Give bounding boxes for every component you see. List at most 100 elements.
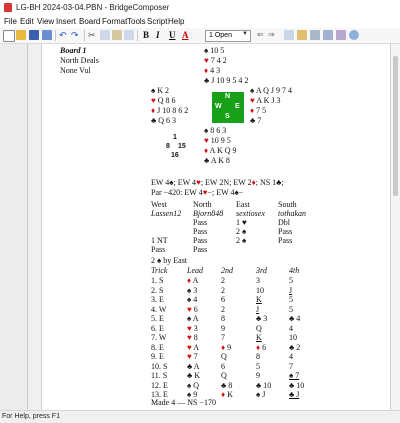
player-north: Bjorn848 [193,209,224,218]
find-icon[interactable] [124,30,134,40]
hcp-west: 8 [166,143,170,150]
play-card-cell: Q [256,323,262,333]
menu-help[interactable]: Help [168,17,184,26]
play-trick-cell: 5. E [151,314,164,323]
play-card-cell: 6 [221,361,225,371]
play-card-cell: J [256,304,260,314]
play-card-cell: ♣ A [187,361,200,371]
play-card-cell: J [289,285,293,295]
menu-format[interactable]: Format [102,17,127,26]
auction-call: Pass [278,227,293,236]
play-card-cell: ♣ 8 [221,380,233,390]
play-card-cell: 6 [221,295,225,304]
tool-icon[interactable] [310,30,320,40]
play-header-4th: 4th [289,266,300,275]
redo-icon[interactable]: ↷ [71,30,81,40]
play-card-cell: 5 [289,295,293,304]
north-hearts: ♥ 7 4 2 [204,56,227,65]
north-diamonds: ♦ 4 3 [204,66,221,75]
compass-south: S [225,113,230,120]
play-card-cell: ♥ A [187,342,200,352]
compass-rose: N W E S [212,92,244,123]
play-trick-cell: 3. E [151,295,164,304]
hcp-south: 16 [171,152,179,159]
menu-insert[interactable]: Insert [56,17,76,26]
play-trick-cell: 6. E [151,323,164,333]
play-trick-cell: 1. S [151,276,164,285]
undo-icon[interactable]: ↶ [59,30,69,40]
north-clubs: ♣ J 10 9 5 4 2 [204,76,249,85]
italic-button[interactable]: I [156,30,160,40]
play-card-cell: 2 [221,276,225,285]
auction-seat-north: North [193,200,212,209]
play-trick-cell: 8. E [151,342,164,352]
menu-board[interactable]: Board [79,17,100,26]
play-trick-cell: 12. E [151,380,168,390]
auction-call: 1 ♥ [236,218,247,227]
status-text: For Help, press F1 [2,413,60,420]
play-card-cell: 9 [221,323,225,333]
save-icon[interactable] [29,30,39,40]
open-icon[interactable] [16,30,26,40]
deal-icon[interactable] [297,30,307,40]
paste-icon[interactable] [112,30,122,40]
window-title: LG-BH 2024-03-04.PBN - BridgeComposer [16,3,170,12]
scrollbar-thumb[interactable] [393,56,398,196]
cut-icon[interactable]: ✂ [88,30,98,40]
player-west: Lassen12 [151,209,182,218]
underline-button[interactable]: U [169,30,176,40]
menu-file[interactable]: File [4,17,17,26]
play-trick-cell: 4. W [151,304,167,314]
east-clubs: ♣ 7 [250,116,262,125]
play-trick-cell: 7. W [151,333,167,342]
play-card-cell: ♠ A [187,314,199,323]
player-south: tothakan [278,209,306,218]
new-icon[interactable] [3,30,15,42]
auction-call: Pass [193,236,208,245]
south-hearts: ♥ 10 9 5 [204,136,231,145]
play-header-trick: Trick [151,266,168,275]
play-card-cell: ♦ A [187,276,199,285]
menu-script[interactable]: Script [147,17,167,26]
vertical-scrollbar[interactable] [391,44,400,410]
player-east: sextiosex [236,209,265,218]
menu-edit[interactable]: Edit [20,17,34,26]
auction-call: Dbl [278,218,290,227]
toolbar-separator [137,30,138,41]
south-diamonds: ♦ A K Q 9 [204,146,237,155]
hcp-east: 15 [178,143,186,150]
play-card-cell: ♥ 6 [187,304,198,314]
menu-tools[interactable]: Tools [127,17,146,26]
hcp-north: 1 [173,134,177,141]
title-bar: LG-BH 2024-03-04.PBN - BridgeComposer [0,0,400,17]
west-diamonds: ♦ J 10 8 6 2 [151,106,189,115]
menu-view[interactable]: View [37,17,54,26]
board-icon[interactable] [284,30,294,40]
par-result: Par −420: EW 4♥−; EW 4♠− [151,188,244,197]
next-icon[interactable]: ⇒ [268,30,278,40]
font-combo[interactable]: 1 Open ▼ [205,30,251,42]
east-spades: ♠ A Q J 9 7 4 [250,86,293,95]
auction-seat-west: West [151,200,167,209]
bold-button[interactable]: B [143,30,149,40]
east-hearts: ♥ A K J 3 [250,96,281,105]
print-icon[interactable] [42,30,52,40]
auction-call: Pass [193,227,208,236]
west-hearts: ♥ Q 8 6 [151,96,176,105]
web-icon[interactable] [323,30,333,40]
result-summary: Made 4 — NS −170 [151,398,216,407]
layout-icon[interactable] [336,30,346,40]
menu-bar: File Edit View Insert Board Format Tools… [0,16,400,28]
compass-west: W [215,103,222,110]
play-card-cell: ♥ 7 [187,352,198,361]
play-header-lead: Lead [187,266,203,275]
play-card-cell: 7 [289,361,293,371]
prev-icon[interactable]: ⇐ [257,30,267,40]
auction-call: Pass [278,236,293,245]
play-card-cell: 8 [221,314,225,323]
document-page[interactable]: Board 1 North Deals None Vul ♠ 10 5 ♥ 7 … [41,44,391,410]
copy-icon[interactable] [100,30,110,40]
play-card-cell: ♠ 7 [289,371,300,380]
help-icon[interactable] [349,30,359,40]
font-color-button[interactable]: A [182,30,189,40]
